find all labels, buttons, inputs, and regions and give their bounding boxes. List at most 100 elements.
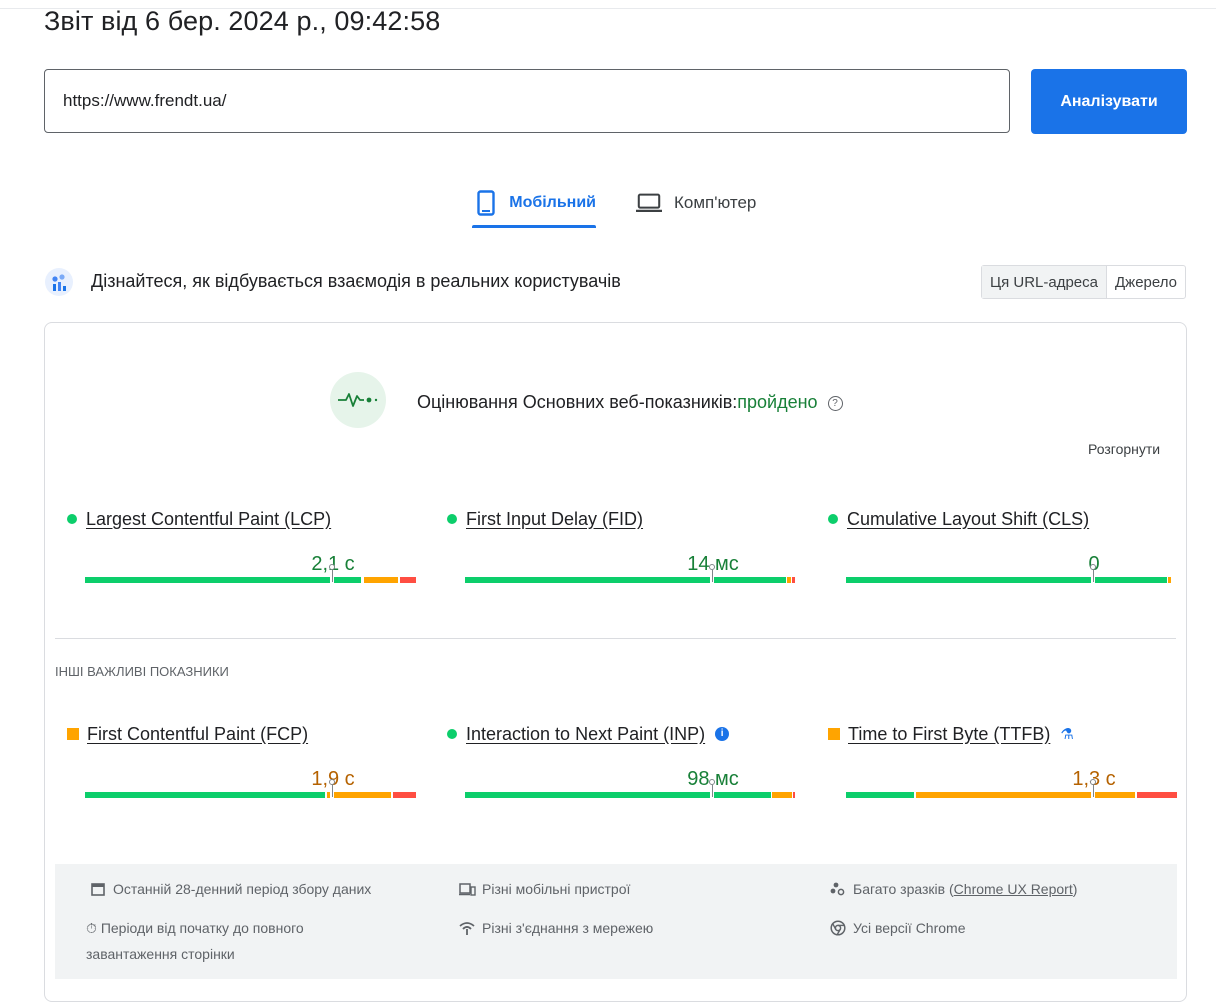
bar-average (772, 792, 792, 798)
metric-name[interactable]: First Contentful Paint (FCP) (87, 724, 308, 745)
info-samples-prefix: Багато зразків ( (853, 881, 954, 897)
distribution-bar (85, 577, 417, 583)
info-devices: Різні мобільні пристрої (458, 876, 630, 902)
bar-good-rest (714, 577, 786, 583)
info-chrome: Усі версії Chrome (829, 915, 966, 941)
percentile-marker (329, 779, 335, 797)
expand-link[interactable]: Розгорнути (1088, 441, 1160, 457)
info-chrome-text: Усі версії Chrome (853, 920, 966, 936)
assessment-result: пройдено (737, 392, 818, 412)
info-period: Останній 28-денний період збору даних (89, 876, 371, 902)
bar-average (916, 792, 1091, 798)
bar-good-rest (334, 577, 361, 583)
info-connections: Різні з'єднання з мережею (458, 915, 653, 941)
wifi-icon (458, 915, 476, 941)
tab-mobile[interactable]: Мобільний (472, 178, 596, 228)
good-status-icon (447, 514, 457, 524)
bar-average (1168, 577, 1171, 583)
distribution-bar (846, 577, 1178, 583)
source-toggle: Ця URL-адреса Джерело (980, 265, 1186, 299)
bar-good (85, 577, 330, 583)
field-data-title: Дізнайтеся, як відбувається взаємодія в … (91, 271, 621, 291)
tab-mobile-label: Мобільний (509, 194, 596, 211)
analyze-button[interactable]: Аналізувати (1031, 69, 1187, 134)
bar-average (364, 577, 398, 583)
timer-icon: ⏱ (86, 920, 97, 936)
metric-header: First Input Delay (FID) (447, 507, 643, 531)
percentile-marker (1090, 779, 1096, 797)
tab-desktop-label: Комп'ютер (674, 193, 757, 212)
smartphone-icon (474, 190, 497, 216)
bar-good (465, 577, 710, 583)
info-samples-text: Багато зразків (Chrome UX Report) (853, 876, 1077, 902)
report-title: Звіт від 6 бер. 2024 р., 09:42:58 (44, 6, 441, 36)
metric-name[interactable]: Largest Contentful Paint (LCP) (86, 509, 331, 530)
bar-average (334, 792, 391, 798)
percentile-marker (709, 779, 715, 797)
info-icon[interactable]: i (715, 727, 730, 741)
laptop-icon (636, 190, 662, 216)
good-status-icon (828, 514, 838, 524)
distribution-bar (846, 792, 1178, 798)
bar-average-near (327, 792, 330, 798)
distribution-bar (465, 577, 797, 583)
info-connections-text: Різні з'єднання з мережею (482, 920, 654, 936)
bar-good (85, 792, 325, 798)
metric-name[interactable]: Time to First Byte (TTFB) (848, 724, 1050, 745)
chrome-icon (829, 915, 847, 941)
info-period-text: Останній 28-денний період збору даних (113, 881, 372, 897)
bar-average (787, 577, 791, 583)
percentile-marker (1090, 564, 1096, 582)
percentile-marker (329, 564, 335, 582)
percentile-marker (709, 564, 715, 582)
average-status-icon (828, 728, 840, 740)
info-durations: ⏱ Періоди від початку до повного заванта… (86, 915, 376, 967)
bar-poor (1137, 792, 1177, 798)
cwv-assessment: Оцінювання Основних веб-показників:пройд… (417, 392, 843, 413)
info-samples: Багато зразків (Chrome UX Report) (829, 876, 1077, 902)
devices-icon (458, 876, 476, 902)
chrome-ux-report-link[interactable]: Chrome UX Report (954, 881, 1073, 897)
toggle-origin[interactable]: Джерело (1107, 266, 1185, 298)
info-durations-text: ⏱ Періоди від початку до повного заванта… (86, 915, 376, 967)
metric-name[interactable]: First Input Delay (FID) (466, 509, 643, 530)
metric-header: Cumulative Layout Shift (CLS) (828, 507, 1089, 531)
distribution-bar (465, 792, 797, 798)
bar-average-rest (1095, 792, 1135, 798)
assessment-label: Оцінювання Основних веб-показників: (417, 392, 738, 412)
help-icon[interactable]: ? (827, 396, 843, 411)
info-durations-label: Періоди від початку до повного завантаже… (86, 920, 304, 962)
metric-name[interactable]: Interaction to Next Paint (INP) (466, 724, 705, 745)
info-devices-text: Різні мобільні пристрої (482, 881, 631, 897)
good-status-icon (447, 729, 457, 739)
field-data-header: Дізнайтеся, як відбувається взаємодія в … (44, 264, 1186, 300)
bar-good (846, 792, 914, 798)
pulse-icon (330, 372, 386, 428)
bar-poor (400, 577, 416, 583)
metric-header: Interaction to Next Paint (INP) i (447, 722, 730, 746)
bar-good-rest (1095, 577, 1167, 583)
bar-good (465, 792, 710, 798)
calendar-icon (89, 876, 107, 902)
metric-header: First Contentful Paint (FCP) (67, 722, 308, 746)
toggle-this-url[interactable]: Ця URL-адреса (981, 266, 1107, 298)
metric-header: Time to First Byte (TTFB) ⚗ (828, 722, 1074, 746)
other-metrics-heading: ІНШІ ВАЖЛИВІ ПОКАЗНИКИ (55, 664, 229, 679)
metric-name[interactable]: Cumulative Layout Shift (CLS) (847, 509, 1089, 530)
samples-icon (829, 876, 847, 902)
section-divider (55, 638, 1176, 639)
metric-header: Largest Contentful Paint (LCP) (67, 507, 331, 531)
bar-poor (393, 792, 416, 798)
average-status-icon (67, 728, 79, 740)
distribution-bar (85, 792, 417, 798)
good-status-icon (67, 514, 77, 524)
url-input[interactable] (44, 69, 1010, 133)
tab-desktop[interactable]: Комп'ютер (636, 178, 776, 228)
flask-icon[interactable]: ⚗ (1060, 725, 1073, 743)
bar-good (846, 577, 1091, 583)
info-samples-suffix: ) (1072, 881, 1078, 897)
users-chart-icon (44, 264, 74, 300)
bar-poor (792, 577, 795, 583)
bar-poor (793, 792, 795, 798)
bar-good-rest (714, 792, 771, 798)
